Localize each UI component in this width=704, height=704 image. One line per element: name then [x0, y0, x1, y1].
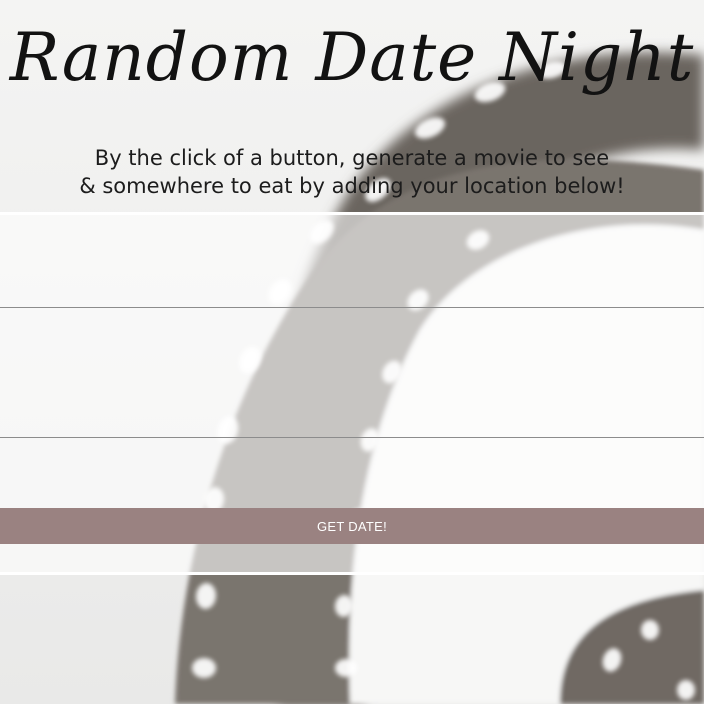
field-underline-2 [0, 437, 704, 438]
subtitle-line-2: & somewhere to eat by adding your locati… [79, 174, 625, 198]
page-title: Random Date Night [9, 19, 695, 96]
get-date-button[interactable]: GET DATE! [0, 508, 704, 544]
location-input-2[interactable] [0, 365, 704, 429]
page-subtitle: By the click of a button, generate a mov… [0, 144, 704, 200]
subtitle-line-1: By the click of a button, generate a mov… [94, 146, 610, 170]
location-input-1[interactable] [0, 241, 704, 305]
date-form: GET DATE! [0, 212, 704, 575]
field-underline-1 [0, 307, 704, 308]
